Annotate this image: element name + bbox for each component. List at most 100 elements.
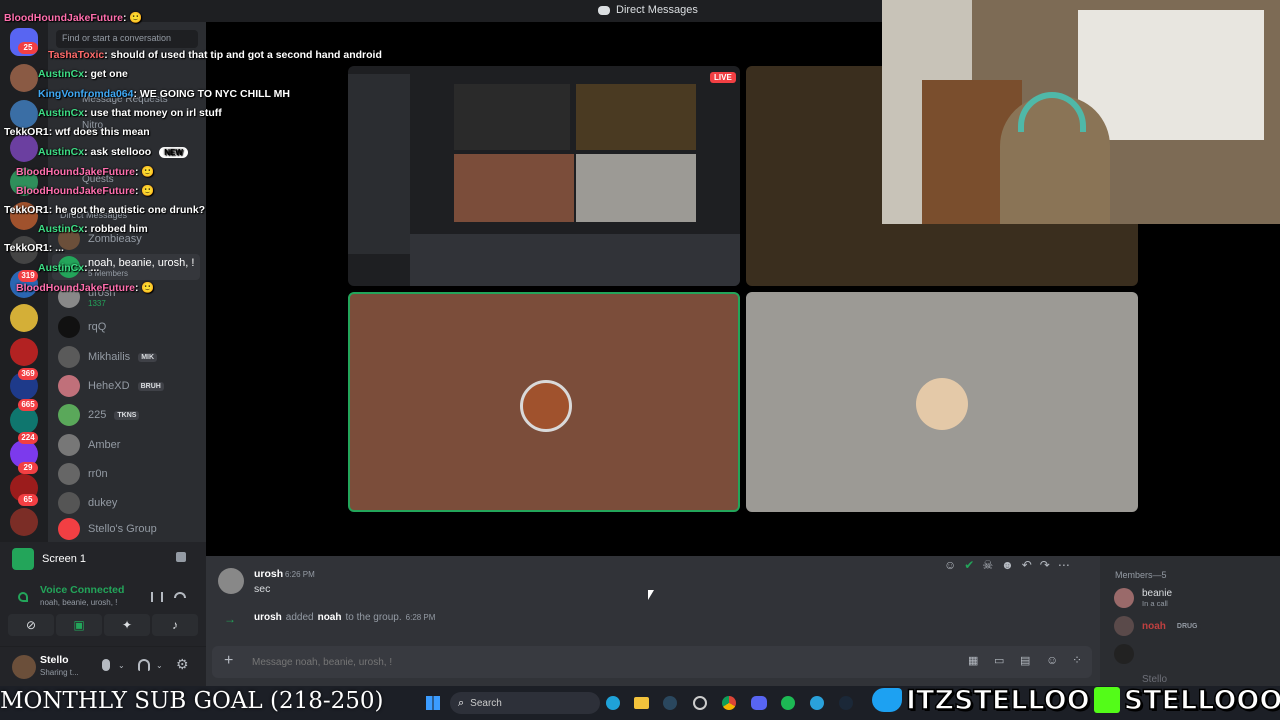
- server-icon[interactable]: [10, 168, 38, 196]
- mic-icon[interactable]: [102, 659, 110, 671]
- user-avatar[interactable]: [12, 655, 36, 679]
- server-icon[interactable]: [10, 338, 38, 366]
- dm-item-group[interactable]: noah, beanie, urosh, ! 5 Members: [52, 254, 200, 280]
- openai-icon[interactable]: [693, 696, 707, 710]
- spotify-icon[interactable]: [781, 696, 795, 710]
- unread-badge: 25: [18, 42, 38, 54]
- noise-suppression-icon[interactable]: [151, 592, 163, 602]
- avatar: [58, 492, 80, 514]
- mic-chevron-icon[interactable]: ⌄: [118, 661, 125, 670]
- system-actor[interactable]: urosh: [254, 612, 282, 623]
- system-suffix: to the group.: [345, 612, 402, 623]
- avatar: [58, 228, 80, 250]
- apps-icon[interactable]: ⁘: [1072, 653, 1082, 667]
- steam-icon[interactable]: [663, 696, 677, 710]
- dm-item[interactable]: Zombieasy: [58, 226, 142, 252]
- taskbar-search[interactable]: ⌕ Search: [450, 692, 600, 714]
- reply-icon[interactable]: ↶: [1022, 558, 1032, 572]
- emoji-icon[interactable]: ☺: [1046, 653, 1058, 667]
- steam-icon[interactable]: [839, 696, 853, 710]
- dm-item[interactable]: dukey: [58, 490, 117, 516]
- dm-item[interactable]: HeheXD BRUH: [58, 373, 164, 399]
- server-icon[interactable]: [10, 304, 38, 332]
- start-windows-icon[interactable]: [426, 696, 440, 710]
- disconnect-icon[interactable]: [174, 592, 186, 598]
- headphone-icon[interactable]: [138, 659, 150, 671]
- message-composer: + ▦ ▭ ▤ ☺ ⁘: [212, 646, 1092, 678]
- nested-chat: [410, 234, 740, 286]
- skull-icon[interactable]: ☠: [982, 558, 993, 572]
- voice-panel: Screen 1 Voice Connected noah, beanie, u…: [0, 542, 206, 646]
- soundboard-button[interactable]: ♪: [152, 614, 198, 636]
- quests-link[interactable]: Quests: [82, 174, 114, 185]
- avatar: [58, 518, 80, 540]
- message-time: 6:26 PM: [285, 570, 315, 579]
- system-message: urosh added noah to the group. 6:28 PM: [254, 612, 435, 623]
- avatar: [58, 286, 80, 308]
- gift-icon[interactable]: ▦: [968, 654, 978, 667]
- camera-off-button[interactable]: ⊘: [8, 614, 54, 636]
- server-list: 25 319 369 665 224 29 65: [0, 22, 48, 542]
- message-input[interactable]: [252, 652, 932, 672]
- chrome-icon[interactable]: [722, 696, 736, 710]
- headphone-chevron-icon[interactable]: ⌄: [156, 661, 163, 670]
- screen-share-preview[interactable]: Screen 1: [8, 546, 198, 572]
- dm-item[interactable]: 225 TKNS: [58, 402, 140, 428]
- member-avatar: [1114, 588, 1134, 608]
- mouse-cursor-icon: [648, 590, 654, 600]
- unread-badge: 224: [18, 432, 38, 444]
- dm-name: noah, beanie, urosh, !: [88, 256, 195, 269]
- screen-label: Screen 1: [42, 553, 87, 565]
- unread-badge: 665: [18, 399, 38, 411]
- telegram-icon[interactable]: [810, 696, 824, 710]
- voice-status[interactable]: Voice Connected: [40, 584, 124, 596]
- nested-sidebar: [348, 74, 410, 254]
- reaction-icon[interactable]: ☺: [944, 558, 956, 572]
- dm-sub: 5 Members: [88, 268, 129, 278]
- sticker-icon[interactable]: ▤: [1020, 654, 1030, 667]
- twitter-handle: ITZSTELLOO: [905, 684, 1090, 717]
- message-toolbar: ☺ ✔ ☠ ☻ ↶ ↷ ⋯: [944, 558, 1070, 572]
- forward-icon[interactable]: ↷: [1040, 558, 1050, 572]
- dm-item[interactable]: rr0n: [58, 461, 108, 487]
- server-icon[interactable]: [10, 202, 38, 230]
- check-icon[interactable]: ✔: [964, 558, 974, 572]
- dm-name: Mikhailis: [88, 351, 131, 363]
- screen-share-tile[interactable]: LIVE: [348, 66, 740, 286]
- server-icon[interactable]: [10, 134, 38, 162]
- gif-icon[interactable]: ▭: [994, 654, 1004, 667]
- activities-button[interactable]: ✦: [104, 614, 150, 636]
- member-item[interactable]: noah DRUG: [1114, 616, 1201, 636]
- message-avatar[interactable]: [218, 568, 244, 594]
- message-requests-link[interactable]: Message Requests: [82, 94, 168, 105]
- kick-logo-icon: [1093, 687, 1120, 713]
- voice-participants: noah, beanie, urosh, !: [40, 598, 118, 607]
- member-avatar: [1114, 644, 1134, 664]
- server-icon[interactable]: [10, 508, 38, 536]
- dm-item[interactable]: rqQ: [58, 314, 106, 340]
- discord-icon[interactable]: [751, 696, 767, 710]
- dm-item[interactable]: Amber: [58, 432, 120, 458]
- screen-close-icon[interactable]: [176, 552, 186, 562]
- edge-icon[interactable]: [606, 696, 620, 710]
- find-conversation-input[interactable]: Find or start a conversation: [56, 30, 198, 48]
- settings-gear-icon[interactable]: ⚙: [176, 656, 189, 673]
- participant-tile-speaking[interactable]: [348, 292, 740, 512]
- member-item[interactable]: beanie In a call: [1114, 588, 1172, 608]
- file-explorer-icon[interactable]: [634, 697, 649, 709]
- dm-item[interactable]: Stello's Group: [58, 516, 157, 542]
- participant-tile[interactable]: [746, 292, 1138, 512]
- dm-item[interactable]: urosh 1337: [58, 284, 116, 310]
- more-icon[interactable]: ⋯: [1058, 558, 1070, 572]
- avatar: [58, 375, 80, 397]
- server-icon[interactable]: [10, 64, 38, 92]
- system-target[interactable]: noah: [318, 612, 342, 623]
- server-icon[interactable]: [10, 100, 38, 128]
- nitro-link[interactable]: Nitro: [82, 120, 103, 131]
- dm-item[interactable]: Mikhailis MIK: [58, 344, 158, 370]
- server-icon[interactable]: [10, 236, 38, 264]
- screen-share-button[interactable]: ▣: [56, 614, 102, 636]
- add-reaction-icon[interactable]: ☻: [1001, 558, 1014, 572]
- attach-plus-icon[interactable]: +: [224, 652, 233, 670]
- message-author[interactable]: urosh: [254, 568, 283, 580]
